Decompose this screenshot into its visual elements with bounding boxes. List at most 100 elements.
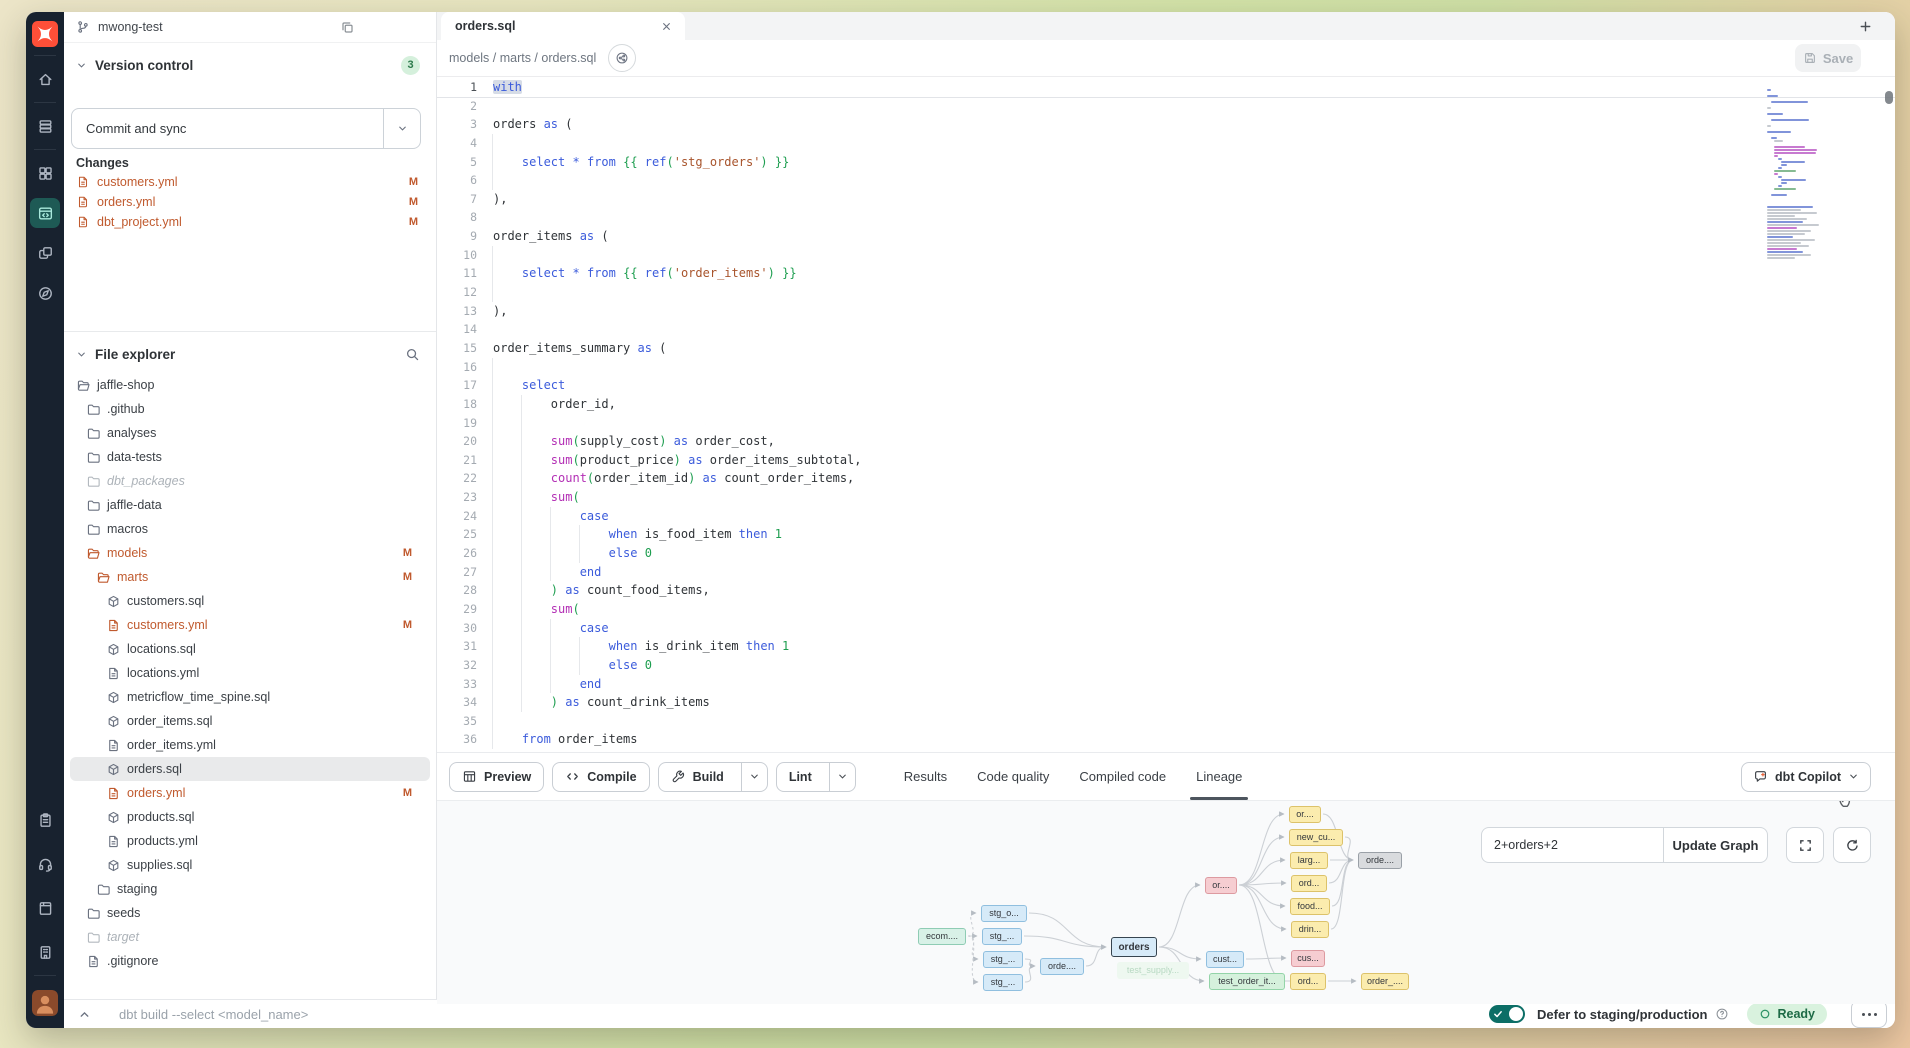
lineage-node[interactable]: cust...: [1206, 951, 1244, 968]
refresh-button[interactable]: [1833, 827, 1871, 863]
dropdown-chevron[interactable]: [829, 762, 855, 792]
tree-item[interactable]: jaffle-shop: [70, 373, 430, 397]
tree-item[interactable]: customers.ymlM: [70, 613, 430, 637]
lineage-node[interactable]: new_cu...: [1289, 829, 1343, 846]
tree-item[interactable]: supplies.sql: [70, 853, 430, 877]
rail-environments[interactable]: [30, 111, 60, 141]
tree-item[interactable]: locations.yml: [70, 661, 430, 685]
code-line: 7),: [437, 190, 1895, 209]
rail-projects[interactable]: [30, 158, 60, 188]
update-graph-button[interactable]: Update Graph: [1663, 827, 1768, 863]
dbt-copilot-button[interactable]: dbt Copilot: [1741, 762, 1871, 792]
lineage-node[interactable]: orders: [1111, 937, 1157, 957]
user-avatar[interactable]: [32, 990, 58, 1016]
lineage-node[interactable]: food...: [1290, 898, 1330, 915]
lineage-node[interactable]: stg_...: [983, 951, 1023, 968]
tree-item[interactable]: orders.ymlM: [70, 781, 430, 805]
rail-tasks[interactable]: [30, 805, 60, 835]
commit-and-sync-button[interactable]: Commit and sync: [71, 108, 421, 149]
dbt-logo-icon[interactable]: [32, 21, 58, 47]
lineage-node[interactable]: drin...: [1291, 921, 1329, 938]
tree-item[interactable]: modelsM: [70, 541, 430, 565]
commit-dropdown[interactable]: [383, 109, 420, 148]
info-icon[interactable]: [1715, 1007, 1729, 1021]
tree-item[interactable]: order_items.yml: [70, 733, 430, 757]
floppy-icon: [1803, 51, 1817, 65]
lineage-node[interactable]: order_....: [1361, 973, 1409, 990]
editor-minimap[interactable]: [1767, 89, 1845, 260]
tree-item[interactable]: .gitignore: [70, 949, 430, 973]
tree-item[interactable]: products.yml: [70, 829, 430, 853]
chevron-up-icon[interactable]: [78, 1008, 91, 1021]
tree-item[interactable]: staging: [70, 877, 430, 901]
line-number: 35: [437, 712, 477, 731]
tree-item[interactable]: customers.sql: [70, 589, 430, 613]
save-button[interactable]: Save: [1795, 44, 1861, 72]
lineage-circle-icon[interactable]: [608, 44, 636, 72]
lineage-node[interactable]: stg_...: [982, 928, 1022, 945]
rail-studio-ide[interactable]: [30, 198, 60, 228]
tree-item[interactable]: order_items.sql: [70, 709, 430, 733]
rail-support[interactable]: [30, 849, 60, 879]
tree-item[interactable]: .github: [70, 397, 430, 421]
changed-file[interactable]: customers.ymlM: [64, 172, 436, 192]
lineage-node[interactable]: cus...: [1291, 950, 1325, 967]
lineage-node[interactable]: ecom....: [918, 928, 966, 945]
lineage-node[interactable]: test_order_it...: [1209, 973, 1285, 990]
rail-compare[interactable]: [30, 238, 60, 268]
tree-item[interactable]: metricflow_time_spine.sql: [70, 685, 430, 709]
copy-branch-icon[interactable]: [340, 20, 355, 35]
lineage-selector-input[interactable]: [1481, 827, 1663, 863]
rail-home[interactable]: [30, 64, 60, 94]
tree-item[interactable]: macros: [70, 517, 430, 541]
new-tab-button[interactable]: [1847, 12, 1883, 40]
lineage-node[interactable]: ord...: [1290, 973, 1326, 990]
build-button[interactable]: Build: [658, 762, 768, 792]
dropdown-chevron[interactable]: [741, 762, 767, 792]
changed-file[interactable]: orders.ymlM: [64, 192, 436, 212]
changed-file[interactable]: dbt_project.ymlM: [64, 212, 436, 232]
compile-button[interactable]: Compile: [552, 762, 649, 792]
fullscreen-button[interactable]: [1786, 827, 1824, 863]
lineage-node[interactable]: test_supply...: [1117, 962, 1189, 979]
lineage-node[interactable]: or....: [1289, 806, 1321, 823]
tree-item[interactable]: orders.sql: [70, 757, 430, 781]
file-explorer-header[interactable]: File explorer: [76, 339, 420, 369]
tree-item[interactable]: analyses: [70, 421, 430, 445]
lineage-node[interactable]: larg...: [1290, 852, 1328, 869]
lineage-node[interactable]: ord...: [1291, 875, 1327, 892]
tree-item[interactable]: data-tests: [70, 445, 430, 469]
search-icon[interactable]: [405, 347, 420, 362]
code-editor[interactable]: 1with23orders as (45 select * from {{ re…: [437, 77, 1895, 752]
tab-orders-sql[interactable]: orders.sql: [441, 12, 685, 40]
rail-docs[interactable]: [30, 893, 60, 923]
lineage-node[interactable]: orde....: [1040, 958, 1084, 975]
tree-item[interactable]: jaffle-data: [70, 493, 430, 517]
tree-item[interactable]: locations.sql: [70, 637, 430, 661]
preview-button[interactable]: Preview: [449, 762, 544, 792]
tree-item[interactable]: seeds: [70, 901, 430, 925]
lineage-panel[interactable]: ecom....stg_o...stg_...stg_...stg_...ord…: [437, 800, 1895, 1004]
tab-code-quality[interactable]: Code quality: [977, 753, 1049, 800]
cube-icon: [106, 810, 121, 825]
version-control-header[interactable]: Version control 3: [76, 52, 420, 78]
lineage-node[interactable]: stg_o...: [981, 905, 1027, 922]
tree-item[interactable]: products.sql: [70, 805, 430, 829]
lineage-node[interactable]: orde....: [1358, 852, 1402, 869]
rail-orchestration[interactable]: [30, 278, 60, 308]
tab-results[interactable]: Results: [904, 753, 947, 800]
lint-button[interactable]: Lint: [776, 762, 856, 792]
close-icon[interactable]: [660, 20, 673, 33]
rail-organization[interactable]: [30, 937, 60, 967]
lineage-node[interactable]: stg_...: [983, 974, 1023, 991]
editor-scrollbar[interactable]: [1885, 91, 1893, 104]
tree-item[interactable]: dbt_packages: [70, 469, 430, 493]
command-input[interactable]: dbt build --select <model_name>: [119, 1007, 308, 1022]
lineage-node[interactable]: or....: [1205, 877, 1237, 894]
tab-compiled-code[interactable]: Compiled code: [1079, 753, 1166, 800]
defer-toggle[interactable]: [1489, 1005, 1525, 1023]
tree-item[interactable]: martsM: [70, 565, 430, 589]
tab-lineage[interactable]: Lineage: [1196, 753, 1242, 800]
tree-item[interactable]: target: [70, 925, 430, 949]
more-options-button[interactable]: [1851, 1000, 1887, 1028]
